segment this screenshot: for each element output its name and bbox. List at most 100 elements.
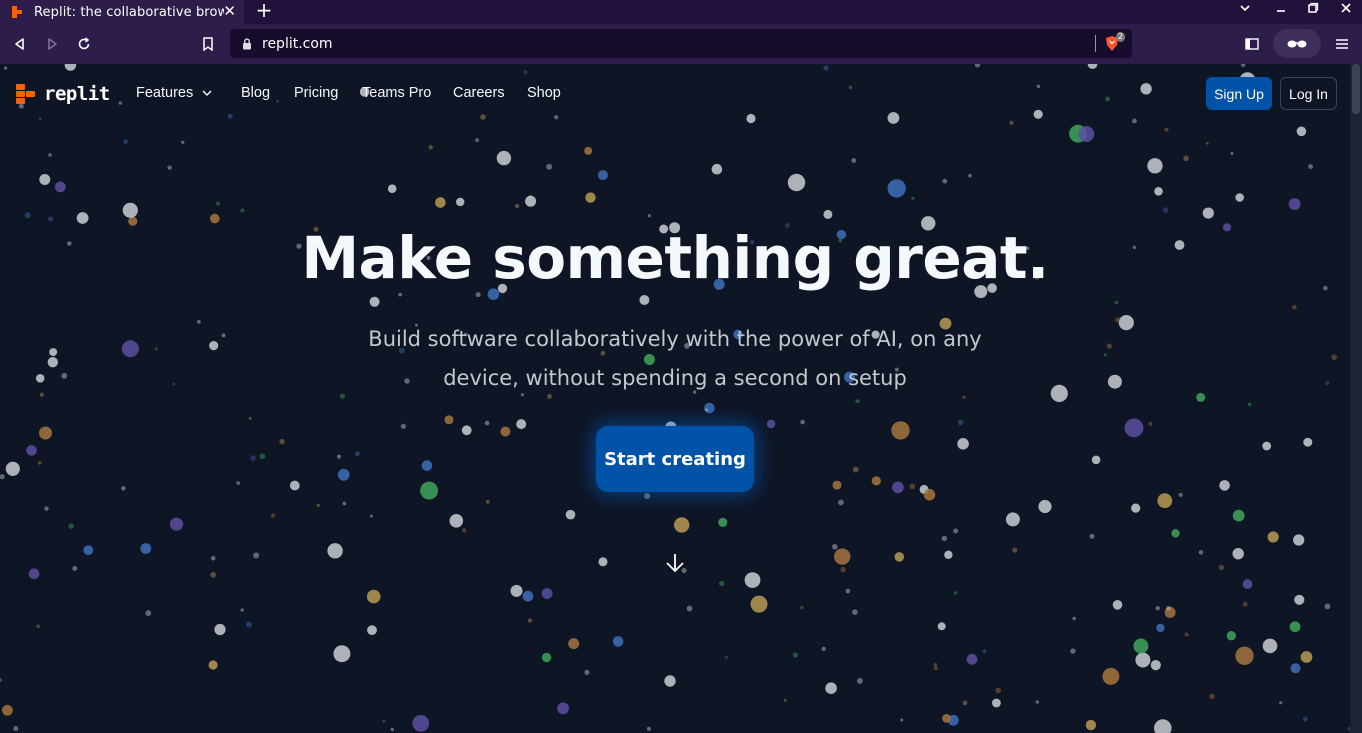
background-particle [48, 216, 54, 222]
background-particle [1155, 606, 1160, 611]
background-particle [216, 201, 220, 206]
background-particle [209, 341, 219, 351]
bookmark-icon[interactable] [196, 32, 220, 56]
nav-shop[interactable]: Shop [527, 85, 561, 101]
background-particle [1242, 579, 1253, 589]
background-particle [370, 514, 373, 518]
background-particle [1331, 354, 1337, 360]
background-particle [2, 704, 13, 716]
background-particle [279, 438, 285, 445]
background-particle [541, 588, 553, 599]
background-particle [923, 488, 936, 501]
background-particle [210, 213, 220, 224]
background-particle [1118, 315, 1134, 331]
url-separator [1095, 35, 1096, 52]
background-particle [382, 719, 386, 723]
background-particle [800, 605, 804, 610]
nav-blog[interactable]: Blog [241, 85, 270, 101]
forward-icon[interactable] [40, 32, 64, 56]
background-particle [197, 320, 201, 324]
background-particle [686, 605, 693, 612]
replit-logo[interactable]: replit [16, 82, 110, 106]
background-particle [236, 481, 240, 485]
back-icon[interactable] [8, 32, 32, 56]
background-particle [1196, 392, 1206, 402]
background-particle [485, 499, 490, 504]
background-particle [83, 545, 94, 555]
background-particle [210, 556, 216, 561]
background-particle [240, 208, 245, 213]
background-particle [1135, 652, 1151, 668]
replit-favicon-icon [12, 6, 24, 18]
background-particle [1124, 418, 1144, 438]
background-particle [1302, 716, 1308, 722]
background-particle [444, 415, 454, 425]
background-particle [121, 486, 126, 491]
background-particle [1296, 126, 1307, 137]
log-in-button[interactable]: Log In [1280, 77, 1337, 110]
background-particle [968, 173, 972, 178]
url-text: replit.com [262, 35, 333, 52]
background-particle [145, 610, 152, 617]
background-particle [250, 455, 256, 461]
reload-icon[interactable] [72, 32, 96, 56]
background-particle [851, 158, 857, 163]
page-scrollbar[interactable] [1350, 64, 1362, 733]
background-particle [1166, 605, 1171, 611]
minimize-window-icon[interactable] [1267, 0, 1295, 22]
background-particle [516, 419, 527, 430]
background-particle [1262, 638, 1278, 654]
nav-teams-pro[interactable]: Teams Pro [362, 85, 431, 101]
close-tab-icon[interactable]: ✕ [223, 2, 236, 20]
arrow-down-icon[interactable] [663, 551, 687, 575]
background-particle [1184, 632, 1189, 637]
background-particle [1232, 548, 1244, 560]
sign-up-button[interactable]: Sign Up [1206, 77, 1272, 110]
nav-pricing[interactable]: Pricing [294, 85, 338, 101]
background-particle [333, 645, 351, 663]
background-particle [461, 425, 472, 436]
background-particle [724, 655, 729, 660]
background-particle [48, 153, 52, 157]
scrollbar-thumb[interactable] [1352, 64, 1360, 114]
background-particle [957, 419, 964, 426]
brave-shield-icon[interactable]: 2 [1104, 32, 1125, 52]
background-particle [76, 212, 89, 224]
background-particle [568, 638, 580, 650]
background-particle [387, 184, 397, 193]
restore-window-icon[interactable] [1299, 0, 1327, 22]
nav-features[interactable]: Features [136, 85, 212, 101]
background-particle [462, 528, 467, 533]
background-particle [1078, 126, 1095, 142]
background-particle [475, 138, 479, 143]
background-particle [1183, 155, 1189, 162]
background-particle [337, 454, 341, 459]
start-creating-button[interactable]: Start creating [596, 426, 754, 492]
background-particle [316, 503, 320, 507]
background-particle [855, 399, 860, 404]
background-particle [420, 481, 439, 500]
background-particle [1012, 547, 1018, 553]
background-particle [719, 580, 725, 587]
nav-features-label: Features [136, 85, 194, 101]
background-particle [49, 348, 58, 357]
new-tab-button[interactable]: + [254, 0, 274, 22]
background-particle [1262, 441, 1272, 451]
nav-careers[interactable]: Careers [453, 85, 505, 101]
background-particle [1178, 492, 1183, 497]
background-particle [718, 517, 728, 527]
browser-tab-active[interactable]: Replit: the collaborative browser-based … [0, 0, 244, 24]
background-particle [541, 652, 552, 663]
address-bar[interactable]: replit.com 2 [230, 29, 1132, 58]
background-particle [172, 382, 176, 386]
hamburger-menu-icon[interactable] [1330, 32, 1354, 56]
background-particle [1300, 651, 1313, 663]
leo-glasses-icon[interactable] [1273, 29, 1321, 58]
close-window-icon[interactable] [1332, 0, 1360, 22]
sidebar-toggle-icon[interactable] [1240, 32, 1264, 56]
background-particle [1154, 187, 1163, 196]
background-particle [1209, 693, 1215, 700]
background-particle [39, 426, 52, 440]
tab-list-chevron-icon[interactable] [1231, 0, 1259, 22]
background-particle [639, 295, 650, 305]
